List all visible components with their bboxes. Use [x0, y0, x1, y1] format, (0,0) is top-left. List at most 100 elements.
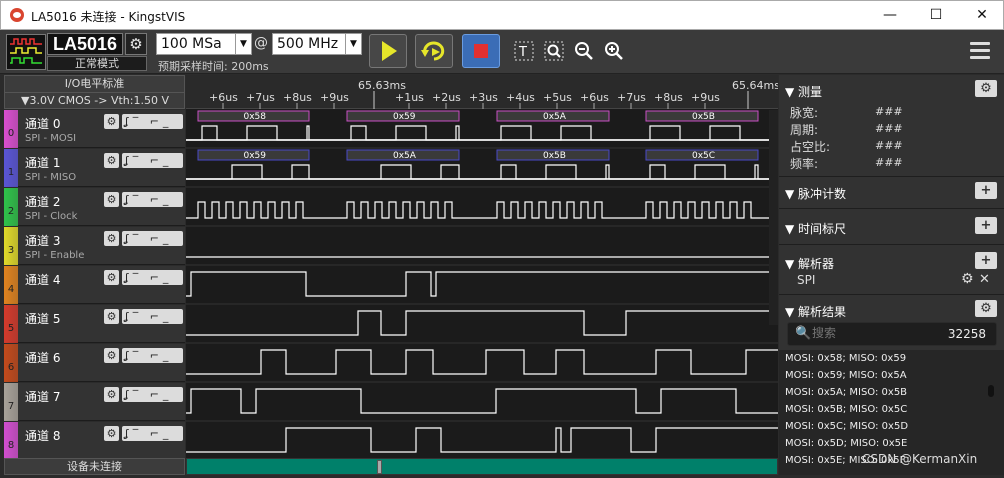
channel-name[interactable]: 通道 7 — [25, 388, 60, 405]
time-ruler-section-header[interactable]: ▼ 时间标尺 + — [779, 217, 999, 237]
channel-settings-gear-icon[interactable]: ⚙ — [104, 270, 119, 285]
decoded-byte-label: 0x5A — [393, 151, 417, 161]
measure-section-header[interactable]: ▼ 测量 ⚙ — [779, 80, 999, 100]
channel-settings-gear-icon[interactable]: ⚙ — [104, 153, 119, 168]
channel-name[interactable]: 通道 2 — [25, 193, 60, 210]
stop-button[interactable] — [462, 34, 500, 68]
channel-name[interactable]: 通道 0 — [25, 115, 60, 132]
channel-row[interactable]: 6 通道 6 ⚙ ʆ‾ ⌐_ — [4, 344, 185, 382]
channel-settings-gear-icon[interactable]: ⚙ — [104, 309, 119, 324]
text-annotation-icon[interactable]: T — [512, 40, 536, 64]
channel-trigger-icons[interactable]: ʆ‾ ⌐_ — [122, 348, 183, 363]
scrollbar-thumb[interactable] — [377, 460, 382, 474]
channel-trigger-icons[interactable]: ʆ‾ ⌐_ — [122, 270, 183, 285]
pulse-count-section-header[interactable]: ▼ 脉冲计数 + — [779, 182, 999, 202]
analyzer-remove-icon[interactable]: ✕ — [979, 272, 990, 287]
results-scrollbar-thumb[interactable] — [988, 385, 994, 397]
hamburger-menu-icon[interactable] — [970, 42, 990, 60]
channel-settings-gear-icon[interactable]: ⚙ — [104, 231, 119, 246]
channel-trigger-icons[interactable]: ʆ‾ ⌐_ — [122, 153, 183, 168]
channel-number: 7 — [7, 401, 15, 412]
analyzer-item-spi[interactable]: SPI — [797, 273, 815, 287]
chevron-down-icon[interactable]: ▼ — [235, 34, 251, 54]
device-mode[interactable]: 正常模式 — [47, 56, 147, 71]
results-search-box[interactable]: 🔍 32258 — [787, 322, 997, 346]
channel-trigger-icons[interactable]: ʆ‾ ⌐_ — [122, 426, 183, 441]
channel-settings-gear-icon[interactable]: ⚙ — [104, 426, 119, 441]
device-settings-gear-icon[interactable]: ⚙ — [125, 33, 147, 55]
measure-settings-gear-icon[interactable]: ⚙ — [975, 80, 997, 97]
channel-row[interactable]: 7 通道 7 ⚙ ʆ‾ ⌐_ — [4, 383, 185, 421]
result-list-item[interactable]: MOSI: 0x5C; MISO: 0x5D — [785, 421, 908, 432]
channel-settings-gear-icon[interactable]: ⚙ — [104, 192, 119, 207]
close-button[interactable]: ✕ — [959, 1, 1004, 30]
minimize-button[interactable]: — — [867, 1, 913, 30]
divider — [779, 208, 1004, 209]
sample-rate-select[interactable]: 500 MHz ▼ — [272, 33, 362, 55]
decoded-byte-label: 0x5B — [692, 112, 715, 122]
channel-name[interactable]: 通道 4 — [25, 271, 60, 288]
result-list-item[interactable]: MOSI: 0x5D; MISO: 0x5E — [785, 438, 907, 449]
channel-name[interactable]: 通道 3 — [25, 232, 60, 249]
channel-row[interactable]: 1 通道 1 SPI - MISO ⚙ ʆ‾ ⌐_ — [4, 149, 185, 187]
zoom-fit-icon[interactable] — [542, 40, 566, 64]
start-button[interactable] — [369, 34, 407, 68]
repeat-capture-button[interactable] — [415, 34, 453, 68]
add-time-ruler-plus-icon[interactable]: + — [975, 217, 997, 234]
result-list-item[interactable]: MOSI: 0x59; MISO: 0x5A — [785, 370, 907, 381]
ruler-major-label: 65.63ms — [358, 79, 406, 92]
window-title: LA5016 未连接 - KingstVIS — [31, 10, 186, 24]
channel-name[interactable]: 通道 6 — [25, 349, 60, 366]
results-settings-gear-icon[interactable]: ⚙ — [975, 300, 997, 317]
channel-trigger-icons[interactable]: ʆ‾ ⌐_ — [122, 309, 183, 324]
channel-settings-gear-icon[interactable]: ⚙ — [104, 387, 119, 402]
channel-row[interactable]: 5 通道 5 ⚙ ʆ‾ ⌐_ — [4, 305, 185, 343]
channel-number: 0 — [7, 128, 15, 139]
ruler-tick-label: +1us — [395, 91, 424, 104]
ruler-tick-label: +7us — [246, 91, 275, 104]
channel-row[interactable]: 4 通道 4 ⚙ ʆ‾ ⌐_ — [4, 266, 185, 304]
channel-row[interactable]: 3 通道 3 SPI - Enable ⚙ ʆ‾ ⌐_ — [4, 227, 185, 265]
channel-analyzer-label: SPI - Enable — [25, 250, 85, 261]
waveform-canvas[interactable]: 0x58 0x59 0x5A 0x5B 0x59 0x5A 0x5B 0x5C — [186, 75, 778, 461]
analyzer-gear-icon[interactable]: ⚙ — [961, 271, 974, 287]
result-list-item[interactable]: MOSI: 0x5A; MISO: 0x5B — [785, 387, 907, 398]
channel-trigger-icons[interactable]: ʆ‾ ⌐_ — [122, 114, 183, 129]
ruler-tick-label: +2us — [432, 91, 461, 104]
waveform-vertical-scrollbar[interactable] — [769, 110, 778, 325]
channel-name[interactable]: 通道 8 — [25, 427, 60, 444]
channel-row[interactable]: 8 通道 8 ⚙ ʆ‾ ⌐_ — [4, 422, 185, 460]
results-section-header[interactable]: ▼ 解析结果 ⚙ — [779, 300, 999, 320]
add-analyzer-plus-icon[interactable]: + — [975, 252, 997, 269]
sample-depth-select[interactable]: 100 MSa ▼ — [156, 33, 252, 55]
zoom-out-icon[interactable] — [572, 40, 596, 64]
io-level-select[interactable]: ▼3.0V CMOS -> Vth:1.50 V — [5, 93, 184, 109]
channel-trigger-icons[interactable]: ʆ‾ ⌐_ — [122, 387, 183, 402]
waveform-horizontal-scrollbar[interactable] — [186, 458, 778, 475]
channel-name[interactable]: 通道 1 — [25, 154, 60, 171]
channel-row[interactable]: 2 通道 2 SPI - Clock ⚙ ʆ‾ ⌐_ — [4, 188, 185, 226]
search-icon: 🔍 — [795, 326, 812, 341]
signal-trace — [186, 125, 778, 141]
time-ruler[interactable]: +6us +7us +8us +9us +1us +2us +3us +4us +5us +6us… — [186, 75, 780, 109]
analyzer-section-header[interactable]: ▼ 解析器 + — [779, 252, 999, 272]
channel-analyzer-label: SPI - MISO — [25, 172, 77, 183]
results-search-input[interactable] — [812, 326, 932, 340]
result-list-item[interactable]: MOSI: 0x58; MISO: 0x59 — [785, 353, 906, 364]
clock-trace — [186, 201, 778, 219]
channel-name[interactable]: 通道 5 — [25, 310, 60, 327]
chevron-down-icon[interactable]: ▼ — [345, 34, 361, 54]
waveform-area[interactable]: 0x58 0x59 0x5A 0x5B 0x59 0x5A 0x5B 0x5C — [186, 75, 778, 461]
device-name[interactable]: LA5016 — [47, 33, 123, 55]
channel-row[interactable]: 0 通道 0 SPI - MOSI ⚙ ʆ‾ ⌐_ — [4, 110, 185, 148]
channel-settings-gear-icon[interactable]: ⚙ — [104, 348, 119, 363]
add-pulse-count-plus-icon[interactable]: + — [975, 182, 997, 199]
channel-trigger-icons[interactable]: ʆ‾ ⌐_ — [122, 231, 183, 246]
zoom-in-icon[interactable] — [602, 40, 626, 64]
channel-trigger-icons[interactable]: ʆ‾ ⌐_ — [122, 192, 183, 207]
maximize-button[interactable]: ☐ — [913, 1, 959, 30]
result-list-item[interactable]: MOSI: 0x5B; MISO: 0x5C — [785, 404, 907, 415]
device-waveform-icon[interactable] — [6, 34, 46, 70]
channel-settings-gear-icon[interactable]: ⚙ — [104, 114, 119, 129]
results-title: 解析结果 — [798, 305, 847, 319]
